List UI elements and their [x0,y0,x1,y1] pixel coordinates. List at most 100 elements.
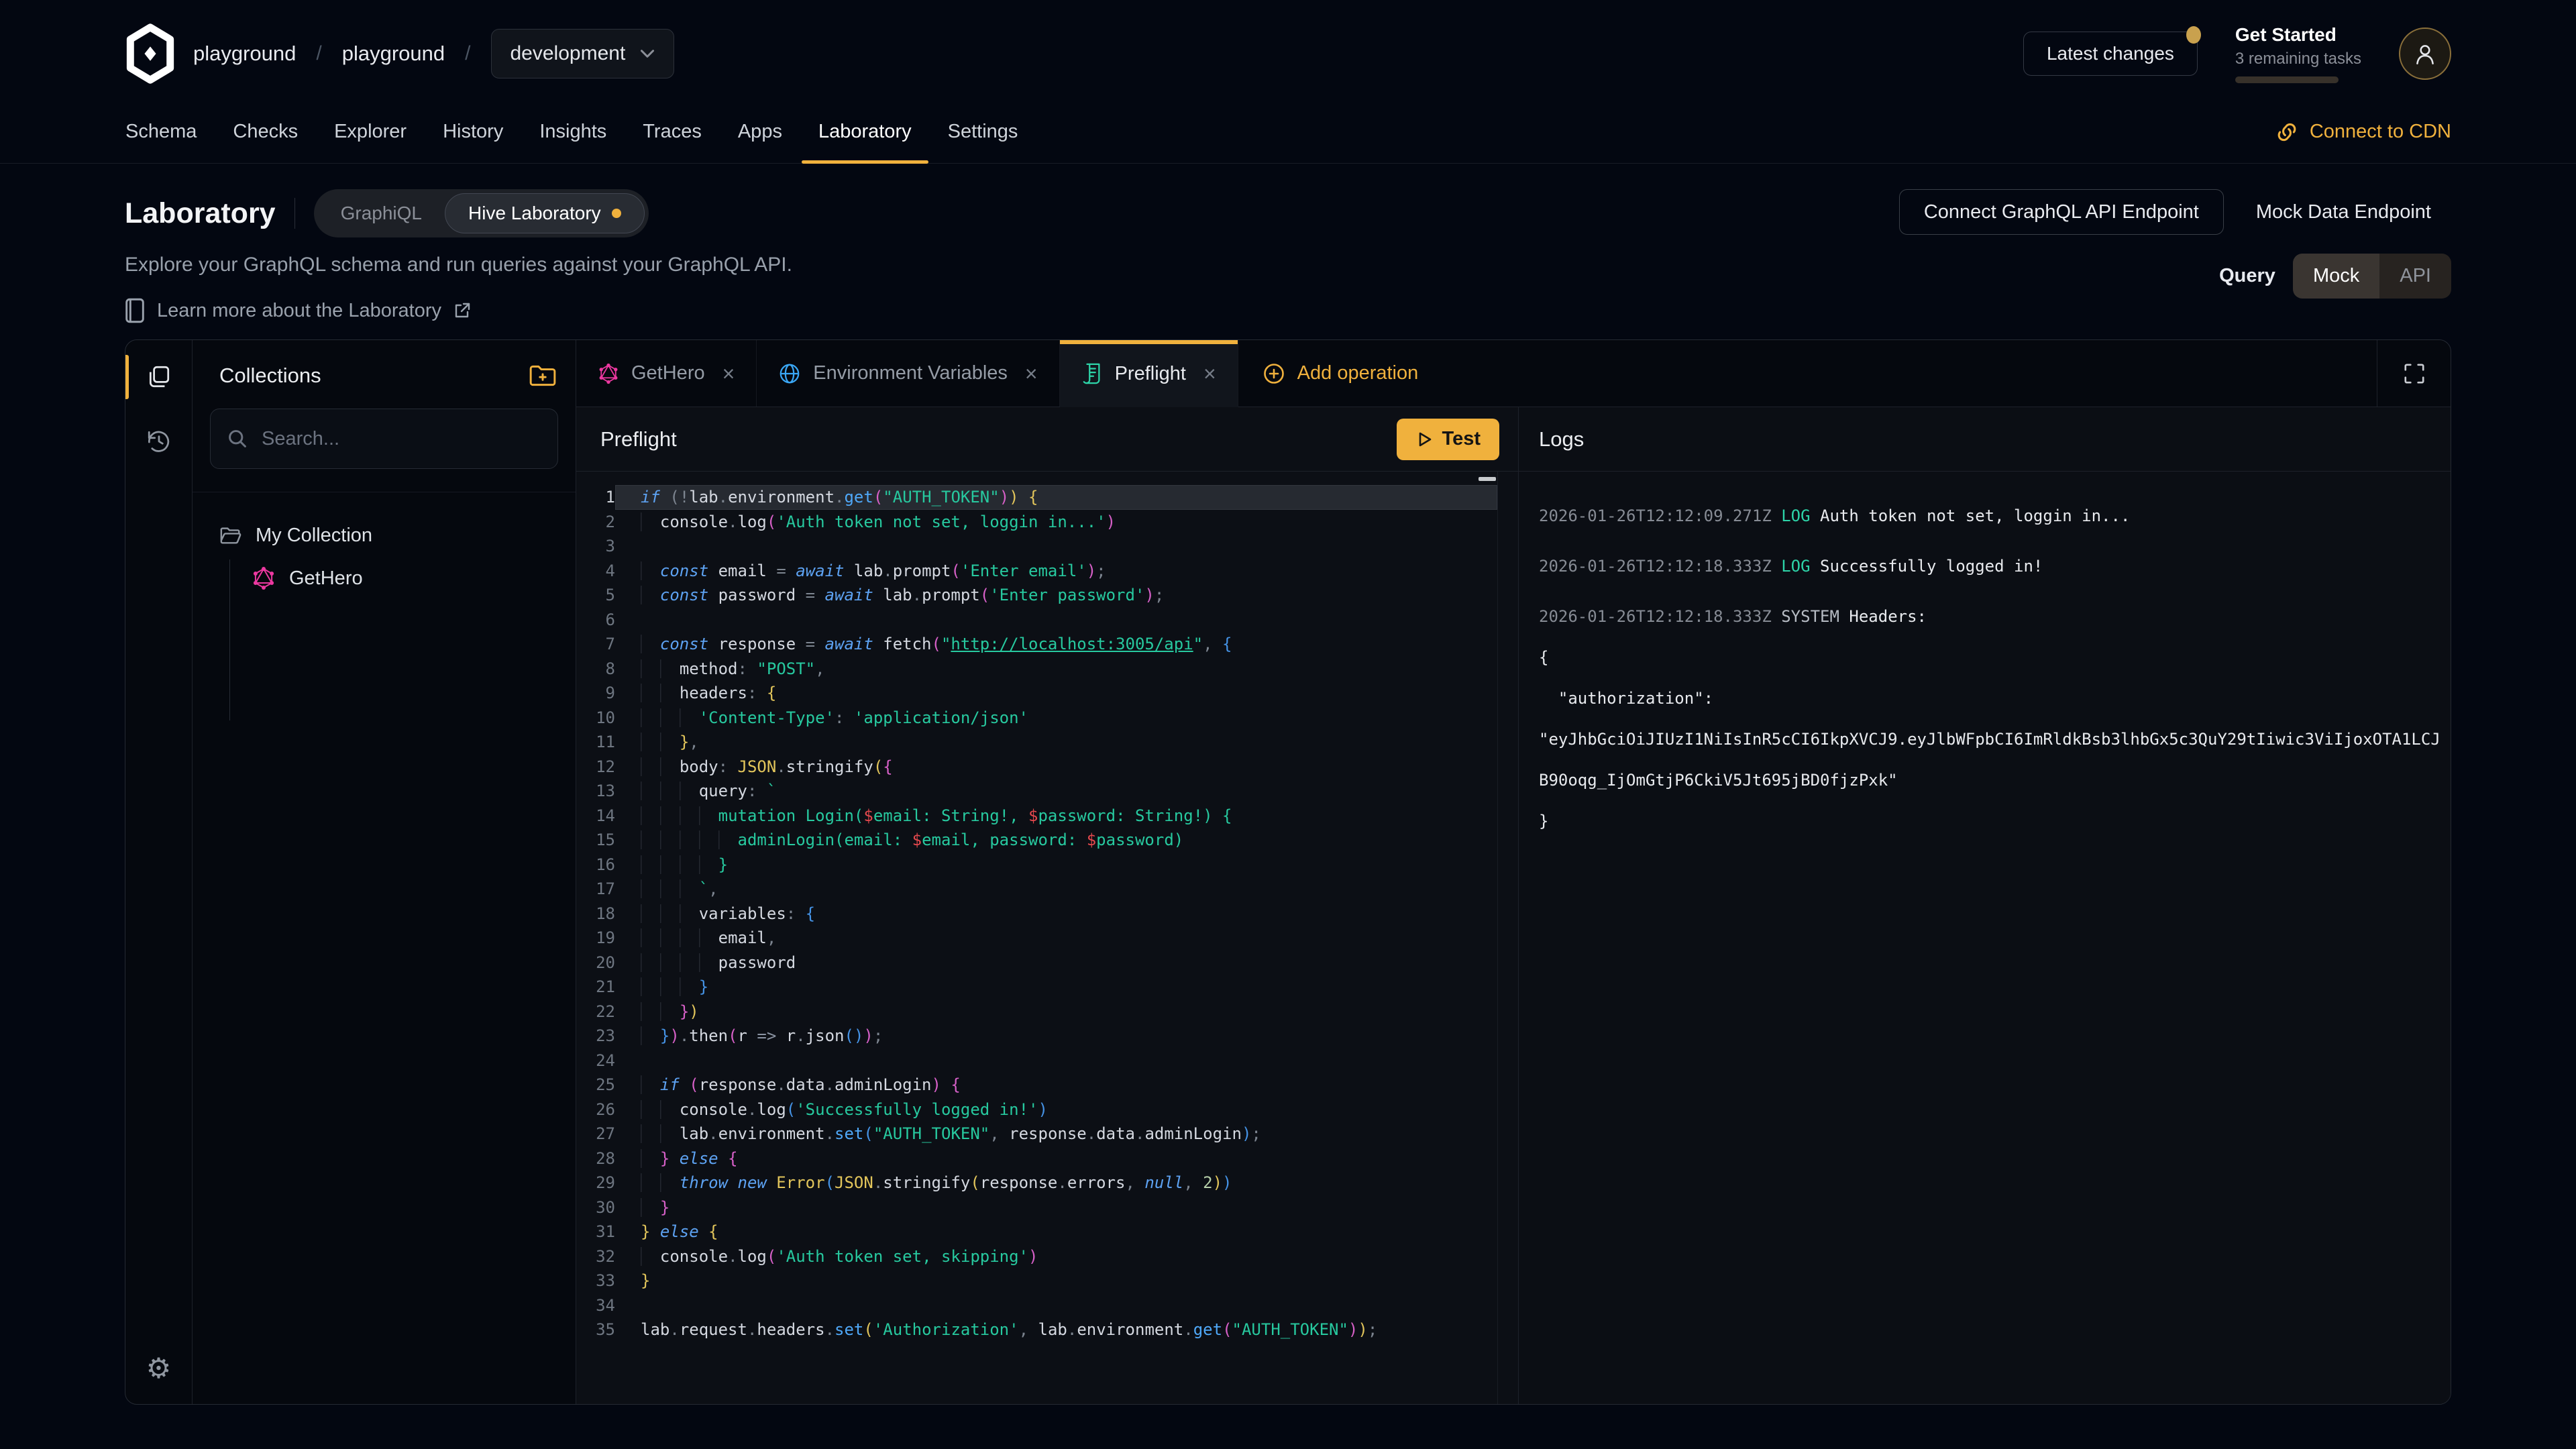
code-line[interactable]: 25 if (response.data.adminLogin) { [576,1073,1518,1097]
collections-rail-button[interactable] [125,360,192,394]
code-line[interactable]: 10 'Content-Type': 'application/json' [576,706,1518,731]
code-line[interactable]: 1if (!lab.environment.get("AUTH_TOKEN"))… [576,485,1518,510]
code-line[interactable]: 27 lab.environment.set("AUTH_TOKEN", res… [576,1122,1518,1146]
code-line[interactable]: 34 [576,1293,1518,1318]
close-icon[interactable]: × [722,363,735,384]
code-line[interactable]: 28 } else { [576,1146,1518,1171]
nav-item-checks[interactable]: Checks [215,101,316,163]
segment-mock[interactable]: Mock [2293,254,2379,299]
collection-children: GetHero [229,559,555,720]
code-line[interactable]: 30 } [576,1195,1518,1220]
code-line[interactable]: 23 }).then(r => r.json()); [576,1024,1518,1049]
code-line[interactable]: 3 [576,534,1518,559]
code-line[interactable]: 31} else { [576,1220,1518,1244]
mode-option-label: Hive Laboratory [468,203,601,224]
code-editor[interactable]: 1if (!lab.environment.get("AUTH_TOKEN"))… [576,472,1518,1404]
code-line[interactable]: 22 }) [576,1000,1518,1024]
code-line[interactable]: 33} [576,1269,1518,1293]
segment-api[interactable]: API [2379,254,2451,299]
nav-item-apps[interactable]: Apps [720,101,800,163]
play-icon [1415,431,1433,448]
collection-folder-label: My Collection [256,525,372,547]
operation-label: GetHero [289,568,363,590]
mock-endpoint-button[interactable]: Mock Data Endpoint [2236,189,2451,235]
operation-tabbar: GetHero × Environment Variables × Prefli… [576,340,2451,407]
code-line[interactable]: 20 password [576,951,1518,975]
code-line[interactable]: 15 adminLogin(email: $email, password: $… [576,828,1518,853]
laboratory-panel: ⚙ Collections My Collection GetHero [125,339,2451,1405]
breadcrumb-org[interactable]: playground [193,42,296,66]
nav-item-laboratory[interactable]: Laboratory [800,101,930,163]
latest-changes-button[interactable]: Latest changes [2023,32,2198,76]
code-line[interactable]: 7 const response = await fetch("http://l… [576,632,1518,657]
get-started-widget[interactable]: Get Started 3 remaining tasks [2235,24,2361,83]
nav-item-schema[interactable]: Schema [107,101,215,163]
code-line[interactable]: 8 method: "POST", [576,657,1518,682]
code-line[interactable]: 16 } [576,853,1518,877]
nav-item-history[interactable]: History [425,101,521,163]
fullscreen-icon [2403,362,2426,385]
nav-item-insights[interactable]: Insights [521,101,625,163]
breadcrumb-project[interactable]: playground [342,42,445,66]
history-icon [146,429,172,454]
code-line[interactable]: 29 throw new Error(JSON.stringify(respon… [576,1171,1518,1195]
tab-preflight[interactable]: Preflight × [1060,340,1238,407]
nav-item-explorer[interactable]: Explorer [316,101,425,163]
code-line[interactable]: 32 console.log('Auth token set, skipping… [576,1244,1518,1269]
new-collection-icon[interactable] [529,363,557,388]
code-line[interactable]: 35lab.request.headers.set('Authorization… [576,1318,1518,1342]
code-line[interactable]: 12 body: JSON.stringify({ [576,755,1518,780]
tab-environment-variables[interactable]: Environment Variables × [757,340,1059,407]
logs-output: 2026-01-26T12:12:09.271Z LOG Auth token … [1519,472,2451,1404]
test-button[interactable]: Test [1397,419,1499,460]
notification-dot [2186,26,2201,44]
mode-option-hive-laboratory[interactable]: Hive Laboratory [445,193,645,233]
code-line[interactable]: 5 const password = await lab.prompt('Ent… [576,583,1518,608]
search-input[interactable] [262,428,541,450]
tab-label: Preflight [1115,363,1186,385]
code-line[interactable]: 26 console.log('Successfully logged in!'… [576,1097,1518,1122]
top-bar: playground / playground / development La… [0,0,2576,101]
external-link-icon [453,302,471,319]
operation-row-gethero[interactable]: GetHero [252,559,555,597]
connect-to-cdn-link[interactable]: Connect to CDN [2275,101,2451,163]
code-line[interactable]: 2 console.log('Auth token not set, loggi… [576,510,1518,535]
code-line[interactable]: 21 } [576,975,1518,1000]
add-operation-button[interactable]: Add operation [1238,340,1443,407]
scrollbar-thumb[interactable] [1479,477,1496,481]
code-line[interactable]: 24 [576,1049,1518,1073]
endpoint-toggle-row: Query Mock API [2219,254,2451,299]
code-line[interactable]: 18 variables: { [576,902,1518,926]
person-icon [2412,40,2438,67]
connect-endpoint-button[interactable]: Connect GraphQL API Endpoint [1899,189,2224,235]
code-line[interactable]: 13 query: ` [576,779,1518,804]
collection-folder-row[interactable]: My Collection [219,517,555,554]
mode-option-graphiql[interactable]: GraphiQL [318,193,445,233]
main-nav: Schema Checks Explorer History Insights … [0,101,2576,164]
link-icon [2275,120,2299,144]
code-line[interactable]: 9 headers: { [576,681,1518,706]
nav-item-settings[interactable]: Settings [930,101,1036,163]
history-rail-button[interactable] [125,425,192,458]
code-line[interactable]: 19 email, [576,926,1518,951]
laboratory-header-left: Laboratory GraphiQL Hive Laboratory Expl… [125,189,792,323]
collections-search[interactable] [210,409,558,469]
settings-rail-button[interactable]: ⚙ [125,1350,192,1387]
code-line[interactable]: 4 const email = await lab.prompt('Enter … [576,559,1518,584]
ui-mode-toggle: GraphiQL Hive Laboratory [314,189,649,237]
target-selector[interactable]: development [491,29,675,78]
code-line[interactable]: 17 `, [576,877,1518,902]
user-avatar[interactable] [2399,28,2451,80]
close-icon[interactable]: × [1203,363,1216,384]
fullscreen-button[interactable] [2377,340,2451,407]
code-line[interactable]: 6 [576,608,1518,633]
nav-item-traces[interactable]: Traces [625,101,720,163]
close-icon[interactable]: × [1025,363,1038,384]
learn-more-link[interactable]: Learn more about the Laboratory [125,298,792,323]
tab-gethero[interactable]: GetHero × [576,340,757,407]
endpoint-segmented-control: Mock API [2293,254,2451,299]
code-line[interactable]: 11 }, [576,730,1518,755]
test-button-label: Test [1442,428,1481,450]
code-line[interactable]: 14 mutation Login($email: String!, $pass… [576,804,1518,828]
hive-logo-icon[interactable] [125,23,176,85]
